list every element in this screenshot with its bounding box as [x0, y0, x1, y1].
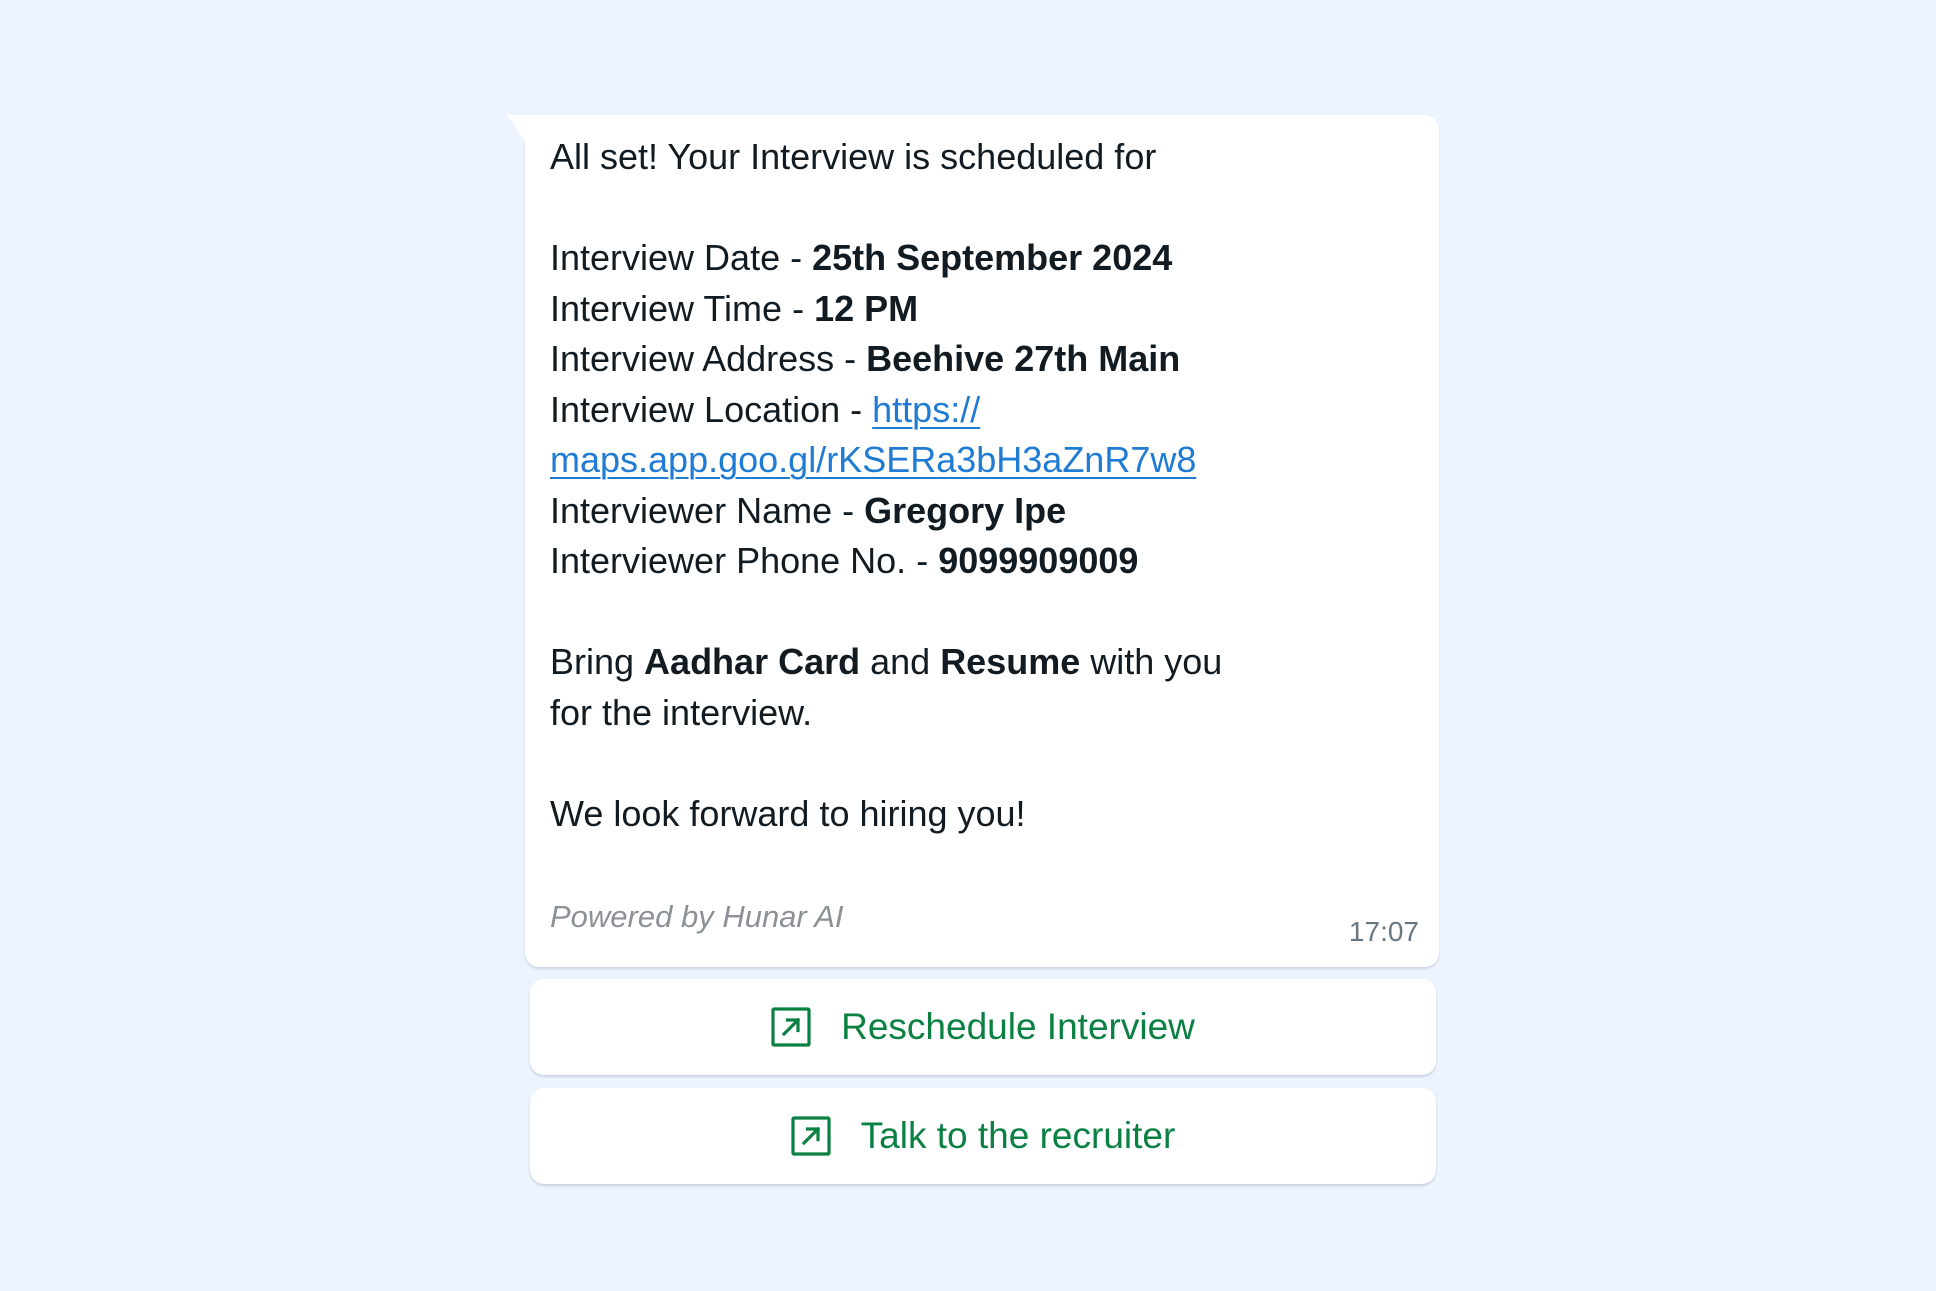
interviewer-name-value: Gregory Ipe	[864, 489, 1067, 531]
bring-item-resume: Resume	[940, 641, 1081, 682]
message-bubble: All set! Your Interview is scheduled for…	[507, 115, 1439, 967]
talk-to-recruiter-label: Talk to the recruiter	[860, 1115, 1176, 1156]
bring-documents-line: Bring Aadhar Card and Resume with you	[550, 637, 1415, 688]
interview-time-value: 12 PM	[814, 287, 919, 329]
interview-address-value: Beehive 27th Main	[866, 338, 1181, 379]
interviewer-phone-value: 9099909009	[938, 540, 1139, 581]
bring-documents-line-2: for the interview.	[550, 691, 813, 733]
bubble-tail	[507, 115, 525, 141]
location-link-part2[interactable]: maps.app.goo.gl/rKSERa3bH3aZnR7w8	[550, 439, 1196, 480]
interviewer-name-line: Interviewer Name - Gregory Ipe	[550, 486, 1415, 537]
bring-and: and	[860, 641, 941, 682]
message-timestamp: 17:07	[1348, 916, 1419, 947]
interviewer-phone-line: Interviewer Phone No. - 9099909009	[550, 536, 1415, 587]
powered-by-footer: Powered by Hunar AI	[550, 899, 844, 934]
interview-time-line: Interview Time - 12 PM	[550, 284, 1415, 335]
talk-to-recruiter-button[interactable]: Talk to the recruiter	[530, 1088, 1436, 1184]
interviewer-name-label: Interviewer Name -	[550, 489, 865, 531]
bring-item-aadhar: Aadhar Card	[644, 641, 861, 682]
chat-container: All set! Your Interview is scheduled for…	[507, 115, 1439, 1184]
interview-date-label: Interview Date -	[550, 237, 813, 278]
interview-date-value: 25th September 2024	[812, 237, 1173, 278]
reschedule-interview-label: Reschedule Interview	[841, 1006, 1195, 1047]
interview-location-line: Interview Location - https://	[550, 385, 1415, 436]
external-link-icon	[771, 1007, 811, 1047]
interview-address-line: Interview Address - Beehive 27th Main	[550, 334, 1415, 385]
intro-line: All set! Your Interview is scheduled for	[550, 136, 1157, 177]
location-link-part1[interactable]: https://	[872, 389, 980, 430]
bring-suffix: with you	[1080, 641, 1223, 682]
interview-location-link-line: maps.app.goo.gl/rKSERa3bH3aZnR7w8	[550, 435, 1415, 486]
interview-address-label: Interview Address -	[550, 338, 867, 379]
bring-prefix: Bring	[550, 641, 645, 682]
reschedule-interview-button[interactable]: Reschedule Interview	[530, 979, 1436, 1075]
external-link-icon	[791, 1116, 831, 1156]
interview-time-label: Interview Time -	[550, 287, 815, 329]
interview-date-line: Interview Date - 25th September 2024	[550, 233, 1415, 284]
closing-line: We look forward to hiring you!	[550, 792, 1026, 834]
interviewer-phone-label: Interviewer Phone No. -	[550, 540, 939, 581]
interview-location-label: Interview Location -	[550, 388, 873, 430]
